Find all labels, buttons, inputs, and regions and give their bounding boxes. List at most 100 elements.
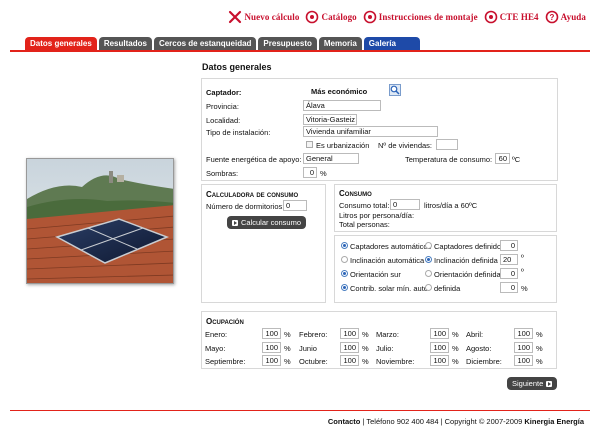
consumo-total-label: Consumo total:: [339, 201, 390, 210]
tab-resultados[interactable]: Resultados: [98, 37, 152, 50]
incl-def-radio[interactable]: [425, 256, 432, 263]
tab-bar: Datos generales Resultados Cercos de est…: [25, 37, 420, 50]
orient-sur-radio[interactable]: [341, 270, 348, 277]
month-unit: %: [362, 330, 369, 339]
consumo-title: Consumo: [339, 189, 372, 198]
month-unit: %: [452, 344, 459, 353]
month-input[interactable]: 100: [430, 328, 449, 339]
menu-label: Nuevo cálculo: [244, 12, 300, 22]
contrib-input[interactable]: 0: [500, 282, 518, 293]
month-input[interactable]: 100: [262, 342, 281, 353]
captador-select[interactable]: Más económico: [308, 86, 390, 97]
month-input[interactable]: 100: [262, 328, 281, 339]
tab-datos-generales[interactable]: Datos generales: [25, 37, 97, 50]
cte-icon: [484, 10, 498, 24]
urbanizacion-label: Es urbanización: [316, 141, 370, 150]
calculadora-panel: Calculadora de consumo Número de dormito…: [201, 184, 326, 303]
siguiente-label: Siguiente: [512, 379, 544, 388]
localidad-select[interactable]: Vitoria-Gasteiz: [303, 114, 357, 125]
incl-input[interactable]: 20: [500, 254, 518, 265]
temp-label: Temperatura de consumo:: [405, 155, 493, 164]
help-icon: ?: [545, 10, 559, 24]
month-label: Enero:: [205, 330, 228, 339]
provincia-select[interactable]: Álava: [303, 100, 381, 111]
contrib-def-radio[interactable]: [425, 284, 432, 291]
dormitorios-input[interactable]: 0: [283, 200, 307, 211]
month-unit: %: [452, 357, 459, 366]
captadores-input[interactable]: 0: [500, 240, 518, 251]
month-unit: %: [284, 357, 291, 366]
orient-unit: º: [521, 267, 524, 276]
incl-auto-radio[interactable]: [341, 256, 348, 263]
month-input[interactable]: 100: [514, 355, 533, 366]
captadores-auto-radio[interactable]: [341, 242, 348, 249]
sombras-unit: %: [320, 169, 327, 178]
month-input[interactable]: 100: [430, 355, 449, 366]
company-name: Kinergia Energía: [524, 417, 584, 426]
viviendas-input[interactable]: [436, 139, 458, 150]
footer-text: | Teléfono 902 400 484 | Copyright © 200…: [360, 417, 525, 426]
orient-input[interactable]: 0: [500, 268, 518, 279]
month-unit: %: [284, 344, 291, 353]
tabs-underline: [10, 50, 590, 52]
menu-cte[interactable]: CTE HE4: [484, 10, 539, 24]
fuente-select[interactable]: General: [303, 153, 359, 164]
calculadora-title: Calculadora de consumo: [206, 190, 299, 199]
tab-presupuesto[interactable]: Presupuesto: [258, 37, 317, 50]
month-label: Octubre:: [299, 357, 328, 366]
month-unit: %: [536, 330, 543, 339]
month-input[interactable]: 100: [262, 355, 281, 366]
sombras-input[interactable]: 0: [303, 167, 317, 178]
fuente-label: Fuente energética de apoyo:: [206, 155, 302, 164]
incl-unit: º: [521, 253, 524, 262]
tab-cercos[interactable]: Cercos de estanqueidad: [153, 37, 257, 50]
contact-link[interactable]: Contacto: [328, 417, 361, 426]
instructions-icon: [363, 10, 377, 24]
total-personas-label: Total personas:: [339, 220, 390, 229]
calcular-consumo-button[interactable]: Calcular consumo: [227, 216, 307, 229]
month-label: Julio:: [376, 344, 394, 353]
siguiente-button[interactable]: Siguiente: [507, 377, 558, 390]
footer: Contacto | Teléfono 902 400 484 | Copyri…: [328, 417, 584, 426]
month-label: Septiembre:: [205, 357, 246, 366]
menu-label: Ayuda: [560, 12, 586, 22]
month-input[interactable]: 100: [514, 328, 533, 339]
month-input[interactable]: 100: [340, 342, 359, 353]
month-label: Febrero:: [299, 330, 328, 339]
menu-instructions[interactable]: Instrucciones de montaje: [363, 10, 478, 24]
captador-label: Captador:: [206, 88, 242, 97]
menu-catalog[interactable]: Catálogo: [305, 10, 357, 24]
tab-galeria[interactable]: Galería: [363, 37, 420, 50]
contrib-auto-label: Contrib. solar mín. auto: [350, 284, 428, 293]
play-icon: [546, 380, 553, 387]
month-unit: %: [452, 330, 459, 339]
contrib-auto-radio[interactable]: [341, 284, 348, 291]
captadores-def-radio[interactable]: [425, 242, 432, 249]
viviendas-label: Nº de viviendas:: [378, 141, 433, 150]
new-calculation-icon: [228, 10, 242, 24]
temp-input[interactable]: 60: [495, 153, 510, 164]
svg-text:?: ?: [549, 13, 554, 22]
contrib-unit: %: [521, 284, 528, 293]
month-input[interactable]: 100: [514, 342, 533, 353]
search-icon[interactable]: [389, 84, 401, 96]
month-label: Diciembre:: [466, 357, 502, 366]
menu-help[interactable]: ? Ayuda: [545, 10, 586, 24]
month-input[interactable]: 100: [430, 342, 449, 353]
orient-def-label: Orientación definida: [434, 270, 501, 279]
consumo-panel: Consumo Consumo total: 0 litros/día a 60…: [334, 184, 557, 232]
consumo-total-input[interactable]: 0: [390, 199, 420, 210]
ocupacion-panel: Ocupación Enero: 100 % Febrero: 100 % Ma…: [201, 311, 557, 369]
menu-new-calculation[interactable]: Nuevo cálculo: [228, 10, 299, 24]
month-unit: %: [536, 344, 543, 353]
calcular-consumo-label: Calcular consumo: [241, 218, 302, 227]
month-input[interactable]: 100: [340, 355, 359, 366]
urbanizacion-checkbox[interactable]: [306, 141, 313, 148]
tab-memoria[interactable]: Memoria: [318, 37, 362, 50]
catalog-icon: [305, 10, 319, 24]
month-input[interactable]: 100: [340, 328, 359, 339]
temp-unit: ºC: [512, 155, 521, 164]
tipo-select[interactable]: Vivienda unifamiliar: [303, 126, 438, 137]
orient-def-radio[interactable]: [425, 270, 432, 277]
month-label: Junio: [299, 344, 317, 353]
